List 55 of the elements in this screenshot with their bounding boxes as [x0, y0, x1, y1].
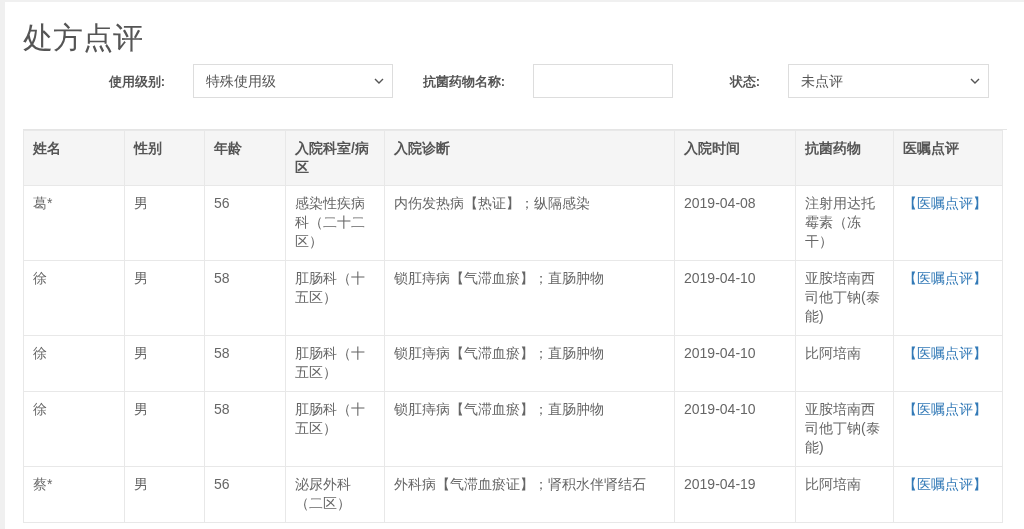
dropdown-select[interactable]: 特殊使用级 — [193, 64, 393, 98]
table-cell: 58 — [204, 391, 286, 467]
table-cell: 感染性疾病科（二十二区） — [285, 185, 385, 261]
review-link[interactable]: 【医嘱点评】 — [903, 401, 987, 417]
table-cell: 男 — [124, 335, 205, 392]
table-cell: 2019-04-10 — [674, 391, 796, 467]
table-cell: 2019-04-08 — [674, 185, 796, 261]
column-header: 入院科室/病区 — [285, 130, 385, 186]
column-header: 入院时间 — [674, 130, 796, 186]
table-cell: 2019-04-19 — [674, 466, 796, 523]
table-cell: 注射用达托霉素（冻干） — [795, 185, 894, 261]
table-cell: 男 — [124, 391, 205, 467]
table-cell: 56 — [204, 185, 286, 261]
table-cell: 58 — [204, 260, 286, 336]
input-field[interactable] — [533, 64, 673, 98]
table-cell: 泌尿外科（二区） — [285, 466, 385, 523]
column-header: 姓名 — [23, 130, 125, 186]
table-cell: 锁肛痔病【气滞血瘀】；直肠肿物 — [384, 335, 675, 392]
column-header: 性别 — [124, 130, 205, 186]
table-cell: 男 — [124, 260, 205, 336]
table-cell: 男 — [124, 466, 205, 523]
review-link[interactable]: 【医嘱点评】 — [903, 270, 987, 286]
filter-label: 使用级别: — [108, 74, 165, 89]
table-cell: 徐 — [23, 260, 125, 336]
table-cell: 58 — [204, 335, 286, 392]
column-header: 入院诊断 — [384, 130, 675, 186]
table-cell: 56 — [204, 466, 286, 523]
chevron-down-icon — [374, 78, 384, 84]
table-cell: 2019-04-10 — [674, 260, 796, 336]
table-cell: 外科病【气滞血瘀证】；肾积水伴肾结石 — [384, 466, 675, 523]
filter-label: 状态: — [729, 74, 760, 89]
column-header: 医嘱点评 — [893, 130, 1003, 186]
table-cell: 锁肛痔病【气滞血瘀】；直肠肿物 — [384, 391, 675, 467]
table-cell: 2019-04-10 — [674, 335, 796, 392]
chevron-down-icon — [970, 78, 980, 84]
table-cell: 内伤发热病【热证】；纵隔感染 — [384, 185, 675, 261]
table-cell: 肛肠科（十五区） — [285, 260, 385, 336]
table-cell: 徐 — [23, 391, 125, 467]
column-header: 抗菌药物 — [795, 130, 894, 186]
review-link[interactable]: 【医嘱点评】 — [903, 195, 987, 211]
table-cell: 亚胺培南西司他丁钠(泰能) — [795, 260, 894, 336]
table-cell: 男 — [124, 185, 205, 261]
filter-label: 抗菌药物名称: — [422, 74, 505, 89]
table-cell: 比阿培南 — [795, 466, 894, 523]
table-cell: 蔡* — [23, 466, 125, 523]
table-cell: 比阿培南 — [795, 335, 894, 392]
table-cell: 徐 — [23, 335, 125, 392]
dropdown-select[interactable]: 未点评 — [788, 64, 989, 98]
page-title: 处方点评 — [23, 20, 144, 56]
column-header: 年龄 — [204, 130, 286, 186]
table-cell: 葛* — [23, 185, 125, 261]
table-cell: 肛肠科（十五区） — [285, 335, 385, 392]
table-cell: 亚胺培南西司他丁钠(泰能) — [795, 391, 894, 467]
table-cell: 锁肛痔病【气滞血瘀】；直肠肿物 — [384, 260, 675, 336]
table-cell: 肛肠科（十五区） — [285, 391, 385, 467]
